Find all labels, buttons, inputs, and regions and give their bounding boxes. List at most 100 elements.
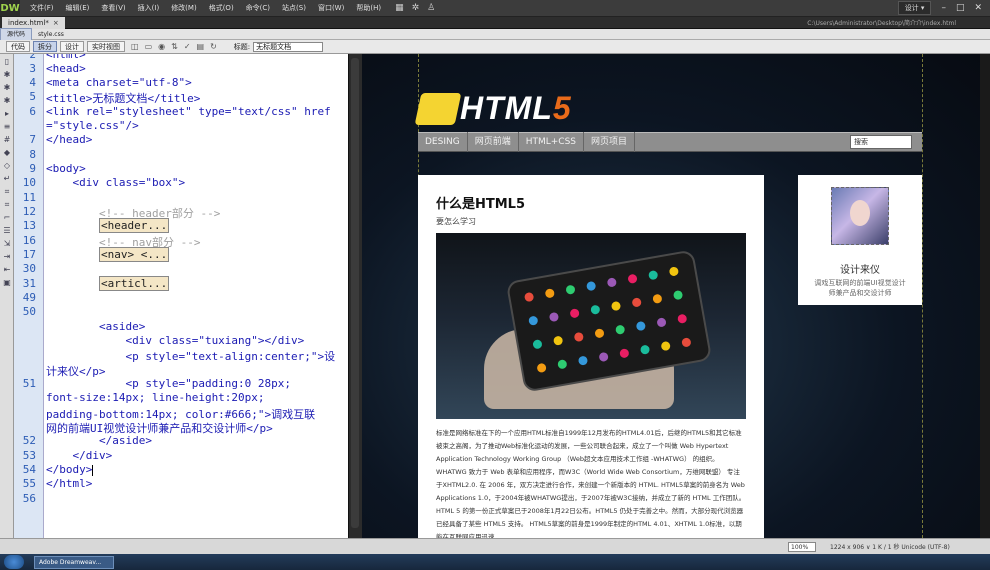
code-line[interactable]: </div> <box>46 449 112 462</box>
menu-format[interactable]: 格式(O) <box>203 0 240 16</box>
collapsed-code-block[interactable]: <header... <box>98 218 170 233</box>
start-button-icon[interactable] <box>4 555 24 569</box>
collapsed-code-block[interactable]: <articl... <box>98 276 170 291</box>
close-icon[interactable]: ✕ <box>974 3 982 13</box>
split-view-button[interactable]: 拆分 <box>33 41 57 52</box>
syntax-error-icon[interactable]: ◇ <box>2 161 12 171</box>
collapse-tag-icon[interactable]: ✱ <box>2 70 12 80</box>
code-line[interactable]: </aside> <box>46 434 152 447</box>
nav-item-html-css[interactable]: HTML+CSS <box>519 132 585 152</box>
logo-html: HTML <box>460 90 553 126</box>
minimize-icon[interactable]: – <box>941 3 946 13</box>
code-line[interactable]: </head> <box>46 133 92 146</box>
view-splitter[interactable] <box>348 54 362 538</box>
code-line[interactable]: <html> <box>46 54 86 61</box>
design-view-pane[interactable]: HTML5 DESING 网页前端 HTML+CSS 网页项目 搜索 什么是HT… <box>362 54 980 538</box>
code-line[interactable]: <meta charset="utf-8"> <box>46 76 192 89</box>
code-line[interactable]: <aside> <box>46 320 145 333</box>
validate-icon[interactable]: ✓ <box>184 42 191 51</box>
menu-help[interactable]: 帮助(H) <box>350 0 387 16</box>
maximize-icon[interactable]: □ <box>956 3 965 13</box>
article: 什么是HTML5 要怎么学习 标准是网络标准在下的一个应用HTML标准自1999… <box>418 175 764 538</box>
line-number: 4 <box>29 76 36 89</box>
indent-icon[interactable]: ⇥ <box>2 252 12 262</box>
browser-preview-icon[interactable]: ◉ <box>158 42 165 51</box>
document-title-input[interactable] <box>253 41 324 52</box>
site-logo[interactable]: HTML5 <box>414 90 572 127</box>
select-parent-icon[interactable]: ▸ <box>2 109 12 119</box>
code-line[interactable]: <p style="text-align:center;">设 <box>46 348 335 364</box>
live-view-button[interactable]: 实时视图 <box>87 41 125 52</box>
workspace-switcher[interactable]: 设计 ▾ <box>897 1 932 15</box>
coding-toolbar: ▯ ✱ ✱ ✱ ▸ ≡ # ◆ ◇ ↵ ⌗ ⌗ ⌐ ☰ ⇲ ⇥ ⇤ ▣ <box>0 54 14 538</box>
code-line[interactable]: <p style="padding:0 28px; <box>46 377 291 390</box>
site-search-input[interactable]: 搜索 <box>850 135 912 149</box>
open-documents-icon[interactable]: ▯ <box>2 57 12 67</box>
file-management-icon[interactable]: ⇅ <box>171 42 178 51</box>
nav-item-frontend[interactable]: 网页前端 <box>468 132 519 152</box>
code-line[interactable]: <header... <box>46 218 170 233</box>
code-scrollbar[interactable] <box>351 58 359 528</box>
line-number: 10 <box>22 176 36 189</box>
menu-commands[interactable]: 命令(C) <box>240 0 276 16</box>
code-line[interactable]: </html> <box>46 477 92 490</box>
nav-item-desing[interactable]: DESING <box>418 132 468 152</box>
code-line[interactable]: <title>无标题文档</title> <box>46 90 200 106</box>
move-css-icon[interactable]: ⇲ <box>2 239 12 249</box>
apply-comment-icon[interactable]: ⌗ <box>2 187 12 197</box>
code-line[interactable]: <div class="box"> <box>46 176 185 189</box>
code-line[interactable]: ="style.css"/> <box>46 119 139 132</box>
related-source-code[interactable]: 源代码 <box>0 27 33 41</box>
code-line[interactable]: <head> <box>46 62 86 75</box>
highlight-invalid-icon[interactable]: ◆ <box>2 148 12 158</box>
menu-view[interactable]: 查看(V) <box>95 0 131 16</box>
dreamweaver-window: DW 文件(F) 编辑(E) 查看(V) 插入(I) 修改(M) 格式(O) 命… <box>0 0 990 570</box>
code-line[interactable]: </body> <box>46 463 94 476</box>
taskbar-dreamweaver[interactable]: Adobe Dreamweav... <box>34 555 114 569</box>
app-dot <box>652 293 663 304</box>
code-editor[interactable]: <html> <head> <meta charset="utf-8"> <title… <box>44 54 348 538</box>
recent-snippets-icon[interactable]: ☰ <box>2 226 12 236</box>
wrap-tag-icon[interactable]: ⌐ <box>2 213 12 223</box>
inspect-icon[interactable]: ◫ <box>131 42 139 51</box>
gear-icon[interactable]: ✲ <box>412 3 420 13</box>
code-line[interactable]: <body> <box>46 162 86 175</box>
format-source-icon[interactable]: ▣ <box>2 278 12 288</box>
code-view-button[interactable]: 代码 <box>6 41 30 52</box>
word-wrap-icon[interactable]: ↵ <box>2 174 12 184</box>
balance-braces-icon[interactable]: ≡ <box>2 122 12 132</box>
code-text: </div> <box>46 449 113 462</box>
line-numbers-icon[interactable]: # <box>2 135 12 145</box>
collapse-selection-icon[interactable]: ✱ <box>2 83 12 93</box>
menu-file[interactable]: 文件(F) <box>24 0 60 16</box>
refresh-icon[interactable]: ↻ <box>210 42 217 51</box>
remove-comment-icon[interactable]: ⌗ <box>2 200 12 210</box>
panel-collapse-strip[interactable] <box>980 54 990 538</box>
zoom-select[interactable]: 100% <box>788 541 816 552</box>
menu-window[interactable]: 窗口(W) <box>312 0 350 16</box>
code-text: <body> <box>46 162 86 175</box>
app-dot <box>647 269 659 281</box>
menu-insert[interactable]: 插入(I) <box>132 0 166 16</box>
code-line[interactable]: font-size:14px; line-height:20px; <box>46 391 265 404</box>
tab-close-icon[interactable]: × <box>53 19 59 27</box>
visual-aids-icon[interactable]: ▤ <box>197 42 205 51</box>
menu-modify[interactable]: 修改(M) <box>165 0 203 16</box>
nav-item-projects[interactable]: 网页项目 <box>584 132 636 152</box>
code-line[interactable]: <link rel="stylesheet" type="text/css" h… <box>46 105 331 118</box>
related-style-css[interactable]: style.css <box>32 29 70 40</box>
outdent-icon[interactable]: ⇤ <box>2 265 12 275</box>
code-line[interactable]: <div class="tuxiang"></div> <box>46 334 304 347</box>
avatar <box>831 187 889 245</box>
design-view-button[interactable]: 设计 <box>60 41 84 52</box>
menu-site[interactable]: 站点(S) <box>276 0 312 16</box>
code-view-pane[interactable]: 2 3 4 5 6 7 8 9 10 11 12 13 16 17 30 31 49 50 51 52 53 54 55 56… <box>14 54 348 538</box>
layout-icon[interactable]: ▦ <box>395 3 404 13</box>
menu-edit[interactable]: 编辑(E) <box>60 0 96 16</box>
code-line[interactable]: <nav> <... <box>46 247 170 262</box>
expand-all-icon[interactable]: ✱ <box>2 96 12 106</box>
collapsed-code-block[interactable]: <nav> <... <box>98 247 170 262</box>
code-line[interactable]: <articl... <box>46 276 170 291</box>
extension-icon[interactable]: ♙ <box>427 3 435 13</box>
multiscreen-icon[interactable]: ▭ <box>145 42 153 51</box>
